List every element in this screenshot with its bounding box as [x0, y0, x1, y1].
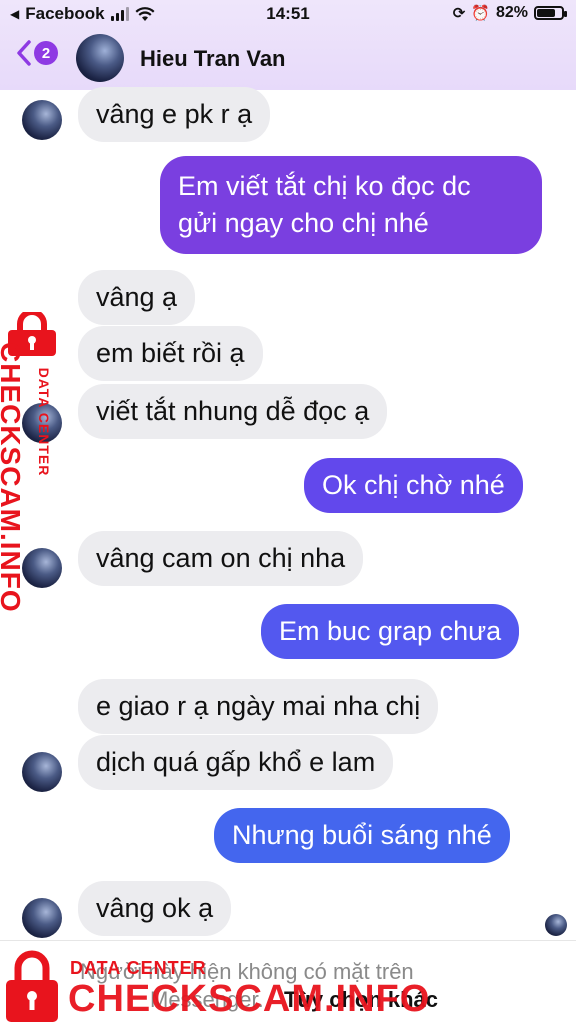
message-received: vâng cam on chị nha: [78, 531, 364, 586]
seen-indicator-avatar: [545, 914, 567, 936]
battery-icon: [534, 6, 567, 20]
contact-name[interactable]: Hieu Tran Van: [140, 46, 286, 72]
message-sent: Ok chị chờ nhé: [304, 458, 523, 513]
watermark-main-text: CHECKSCAM.INFO: [0, 342, 26, 613]
chat-header: ◀ Facebook 14:51 ⟳ ⏰ 82% 2 Hieu Tran Van: [0, 0, 576, 90]
alarm-icon: ⏰: [471, 5, 490, 22]
watermark-main-text: CHECKSCAM.INFO: [68, 978, 431, 1020]
watermark-bottom: DATA CENTER CHECKSCAM.INFO: [0, 950, 576, 1024]
message-sent: Em buc grap chưa: [261, 604, 520, 659]
message-received: e giao r ạ ngày mai nha chị: [78, 679, 439, 734]
contact-avatar-small: [22, 898, 62, 938]
message-sent: Nhưng buổi sáng nhé: [214, 808, 510, 863]
chevron-left-icon: [17, 40, 31, 66]
message-sent-line: gửi ngay cho chị nhé: [178, 208, 429, 238]
message-received: vâng ạ: [78, 270, 196, 325]
message-received: em biết rồi ạ: [78, 326, 263, 381]
chat-nav: 2 Hieu Tran Van: [0, 34, 576, 84]
message-received: vâng ok ạ: [78, 881, 232, 936]
watermark-sub-text: DATA CENTER: [36, 367, 52, 477]
orientation-lock-icon: ⟳: [452, 5, 466, 22]
battery-percent: 82%: [495, 4, 528, 21]
watermark-sub-text: DATA CENTER: [70, 958, 207, 978]
back-button[interactable]: 2: [16, 40, 58, 66]
message-received: dịch quá gấp khổ e lam: [78, 735, 394, 790]
status-bar: ◀ Facebook 14:51 ⟳ ⏰ 82%: [0, 0, 576, 30]
contact-avatar-small: [22, 752, 62, 792]
message-received: viết tắt nhung dễ đọc ạ: [78, 384, 388, 439]
contact-avatar-small: [22, 100, 62, 140]
padlock-icon: [6, 950, 58, 1022]
message-received: vâng e pk r ạ: [78, 87, 271, 142]
battery-level: [537, 9, 555, 17]
unread-count-badge: 2: [34, 41, 58, 65]
contact-avatar[interactable]: [76, 34, 124, 82]
message-sent: Em viết tắt chị ko đọc dc gửi ngay cho c…: [160, 156, 542, 254]
message-sent-line: Em viết tắt chị ko đọc dc: [178, 171, 471, 201]
status-right: ⟳ ⏰ 82%: [452, 4, 567, 22]
watermark-vertical: CHECKSCAM.INFO DATA CENTER: [0, 312, 68, 613]
